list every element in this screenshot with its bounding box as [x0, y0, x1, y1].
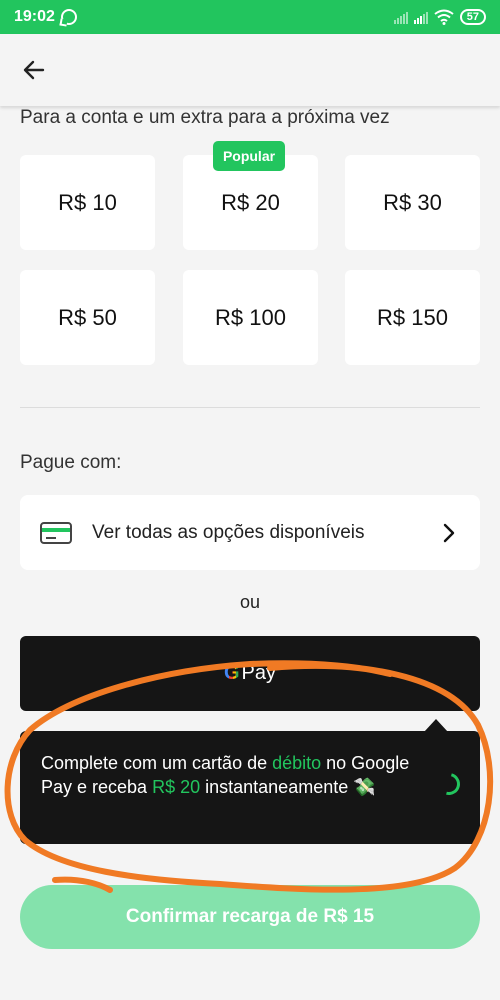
credit-card-icon: [40, 521, 72, 544]
arrow-left-icon: [23, 60, 45, 80]
back-button[interactable]: [14, 52, 54, 88]
amount-option[interactable]: R$ 100: [183, 270, 318, 365]
status-time: 19:02: [14, 8, 55, 25]
signal-icon: [393, 10, 408, 24]
all-payment-options-button[interactable]: Ver todas as opções disponíveis: [20, 495, 480, 570]
all-options-label: Ver todas as opções disponíveis: [92, 521, 365, 543]
payment-section-label: Pague com:: [20, 452, 122, 473]
amount-option[interactable]: R$ 50: [20, 270, 155, 365]
amount-option[interactable]: R$ 10: [20, 155, 155, 250]
confirm-recharge-button[interactable]: Confirmar recarga de R$ 15: [20, 885, 480, 949]
amount-subtitle: Para a conta e um extra para a próxima v…: [20, 107, 390, 128]
tooltip-highlight-amount: R$ 20: [152, 777, 201, 797]
tooltip-text: instantaneamente: [200, 777, 354, 797]
or-separator: ou: [239, 592, 261, 612]
battery-icon: 57: [459, 9, 486, 25]
amount-option[interactable]: R$ 30: [345, 155, 480, 250]
whatsapp-icon: [60, 9, 77, 25]
amount-option[interactable]: R$ 150: [345, 270, 480, 365]
loading-spinner-icon: [433, 768, 465, 800]
wifi-icon: [434, 9, 454, 25]
google-pay-tooltip: Complete com um cartão de débito no Goog…: [20, 731, 480, 844]
popular-badge: Popular: [213, 141, 285, 171]
battery-level: 57: [466, 11, 479, 23]
tooltip-highlight-debit: débito: [272, 753, 322, 773]
signal-icon: [413, 10, 428, 24]
google-g-icon: G: [223, 662, 240, 684]
money-emoji-icon: 💸: [353, 777, 376, 797]
google-pay-button[interactable]: G Pay: [20, 636, 480, 711]
status-bar: 19:02 57: [0, 0, 500, 34]
chevron-right-icon: [442, 523, 460, 543]
tooltip-text: Complete com um cartão de: [41, 753, 273, 773]
app-header: [0, 34, 500, 106]
section-divider: [20, 407, 480, 408]
google-pay-label: Pay: [241, 662, 277, 684]
